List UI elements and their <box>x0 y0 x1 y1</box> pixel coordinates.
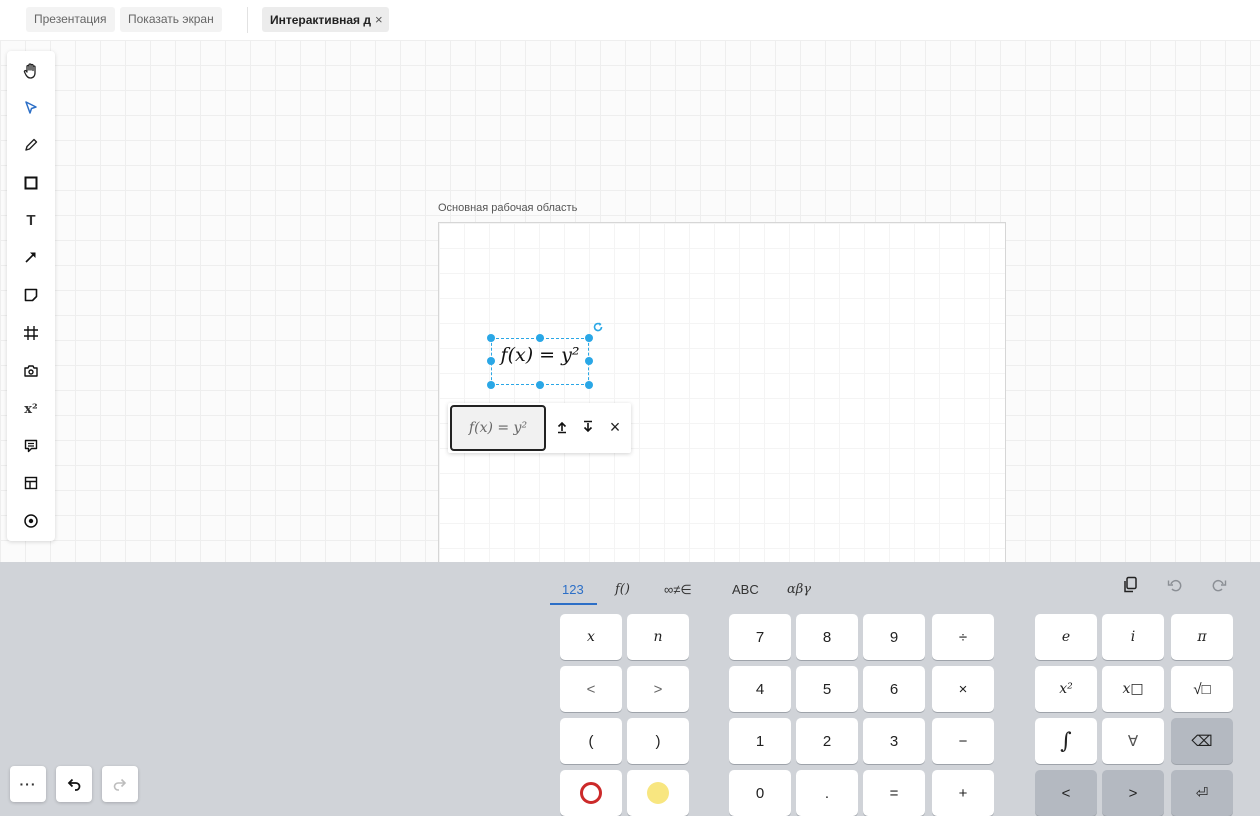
key-6[interactable]: 6 <box>863 666 925 712</box>
key-backspace[interactable]: ⌫ <box>1171 718 1233 764</box>
key-power[interactable]: x□ <box>1102 666 1164 712</box>
camera-icon[interactable] <box>17 357 45 385</box>
copy-icon[interactable] <box>1122 576 1138 599</box>
key-sqrt[interactable]: √□ <box>1171 666 1233 712</box>
key-pi[interactable]: π <box>1171 614 1233 660</box>
kb-undo-icon[interactable] <box>1166 576 1184 599</box>
kb-tab-numbers[interactable]: 123 <box>562 582 584 597</box>
key-cursor-left[interactable]: < <box>1035 770 1097 816</box>
math-keyboard: 123 f() ∞≠∈ ABC αβγ x n < > ( ) 7 8 9 ÷ … <box>0 562 1260 816</box>
formula-icon[interactable]: x² <box>17 395 45 423</box>
redo-icon <box>113 778 127 791</box>
key-0[interactable]: 0 <box>729 770 791 816</box>
tab-close-icon[interactable]: × <box>375 12 383 27</box>
key-4[interactable]: 4 <box>729 666 791 712</box>
key-cursor-right[interactable]: > <box>1102 770 1164 816</box>
tab-show-screen[interactable]: Показать экран <box>120 7 222 32</box>
key-5[interactable]: 5 <box>796 666 858 712</box>
workarea-label: Основная рабочая область <box>438 202 578 214</box>
key-close-paren[interactable]: ) <box>627 718 689 764</box>
tab-label: Интерактивная д <box>270 13 371 27</box>
tab-presentation[interactable]: Презентация <box>26 7 115 32</box>
formula-editor-popup: f(x) = y² × <box>448 403 631 453</box>
table-icon[interactable] <box>17 469 45 497</box>
tab-divider <box>247 7 248 33</box>
yellow-circle-icon <box>647 782 669 804</box>
kb-tab-greek[interactable]: αβγ <box>787 582 811 597</box>
select-arrow-icon[interactable] <box>17 94 45 122</box>
key-plus[interactable]: + <box>932 770 994 816</box>
key-equals[interactable]: = <box>863 770 925 816</box>
key-9[interactable]: 9 <box>863 614 925 660</box>
key-square[interactable]: x² <box>1035 666 1097 712</box>
key-8[interactable]: 8 <box>796 614 858 660</box>
undo-button[interactable] <box>56 766 92 802</box>
arrow-icon[interactable] <box>17 243 45 271</box>
resize-handle-bm[interactable] <box>536 381 544 389</box>
key-red-color[interactable] <box>560 770 622 816</box>
key-minus[interactable]: − <box>932 718 994 764</box>
bring-forward-icon[interactable] <box>552 417 572 437</box>
kb-tab-underline <box>550 603 597 605</box>
kb-tab-letters[interactable]: ABC <box>732 582 759 597</box>
send-backward-icon[interactable] <box>578 417 598 437</box>
key-i[interactable]: i <box>1102 614 1164 660</box>
kb-redo-icon[interactable] <box>1210 576 1228 599</box>
top-bar: Презентация Показать экран Интерактивная… <box>0 0 1260 40</box>
resize-handle-tl[interactable] <box>487 334 495 342</box>
hand-icon[interactable] <box>17 57 45 85</box>
pencil-icon[interactable] <box>17 131 45 159</box>
resize-handle-bl[interactable] <box>487 381 495 389</box>
sticky-note-icon[interactable] <box>17 281 45 309</box>
rotate-icon[interactable] <box>592 320 604 338</box>
tab-interactive-board[interactable]: Интерактивная д × <box>262 7 389 32</box>
key-decimal[interactable]: . <box>796 770 858 816</box>
close-editor-icon[interactable]: × <box>605 417 625 437</box>
key-1[interactable]: 1 <box>729 718 791 764</box>
key-e[interactable]: e <box>1035 614 1097 660</box>
comment-icon[interactable] <box>17 432 45 460</box>
kb-tab-functions[interactable]: f() <box>615 582 630 597</box>
left-toolbar: T x² <box>7 51 55 541</box>
key-greater-than[interactable]: > <box>627 666 689 712</box>
key-7[interactable]: 7 <box>729 614 791 660</box>
resize-handle-tm[interactable] <box>536 334 544 342</box>
red-circle-icon <box>580 782 602 804</box>
key-x[interactable]: x <box>560 614 622 660</box>
key-2[interactable]: 2 <box>796 718 858 764</box>
key-multiply[interactable]: × <box>932 666 994 712</box>
redo-button[interactable] <box>102 766 138 802</box>
pointer-icon[interactable] <box>17 507 45 535</box>
key-divide[interactable]: ÷ <box>932 614 994 660</box>
formula-input[interactable]: f(x) = y² <box>450 405 546 451</box>
undo-icon <box>67 778 81 791</box>
text-icon[interactable]: T <box>17 206 45 234</box>
key-n[interactable]: n <box>627 614 689 660</box>
kb-tab-relations[interactable]: ∞≠∈ <box>664 582 692 598</box>
key-open-paren[interactable]: ( <box>560 718 622 764</box>
key-less-than[interactable]: < <box>560 666 622 712</box>
more-menu-button[interactable]: ··· <box>10 766 46 802</box>
key-for-all[interactable]: ∀ <box>1102 718 1164 764</box>
key-yellow-color[interactable] <box>627 770 689 816</box>
key-enter[interactable]: ⏎ <box>1171 770 1233 816</box>
key-3[interactable]: 3 <box>863 718 925 764</box>
formula-object[interactable]: f(x) = y² <box>491 344 589 366</box>
rectangle-icon[interactable] <box>17 169 45 197</box>
key-integral[interactable]: ∫ <box>1035 718 1097 764</box>
resize-handle-br[interactable] <box>585 381 593 389</box>
frame-icon[interactable] <box>17 319 45 347</box>
